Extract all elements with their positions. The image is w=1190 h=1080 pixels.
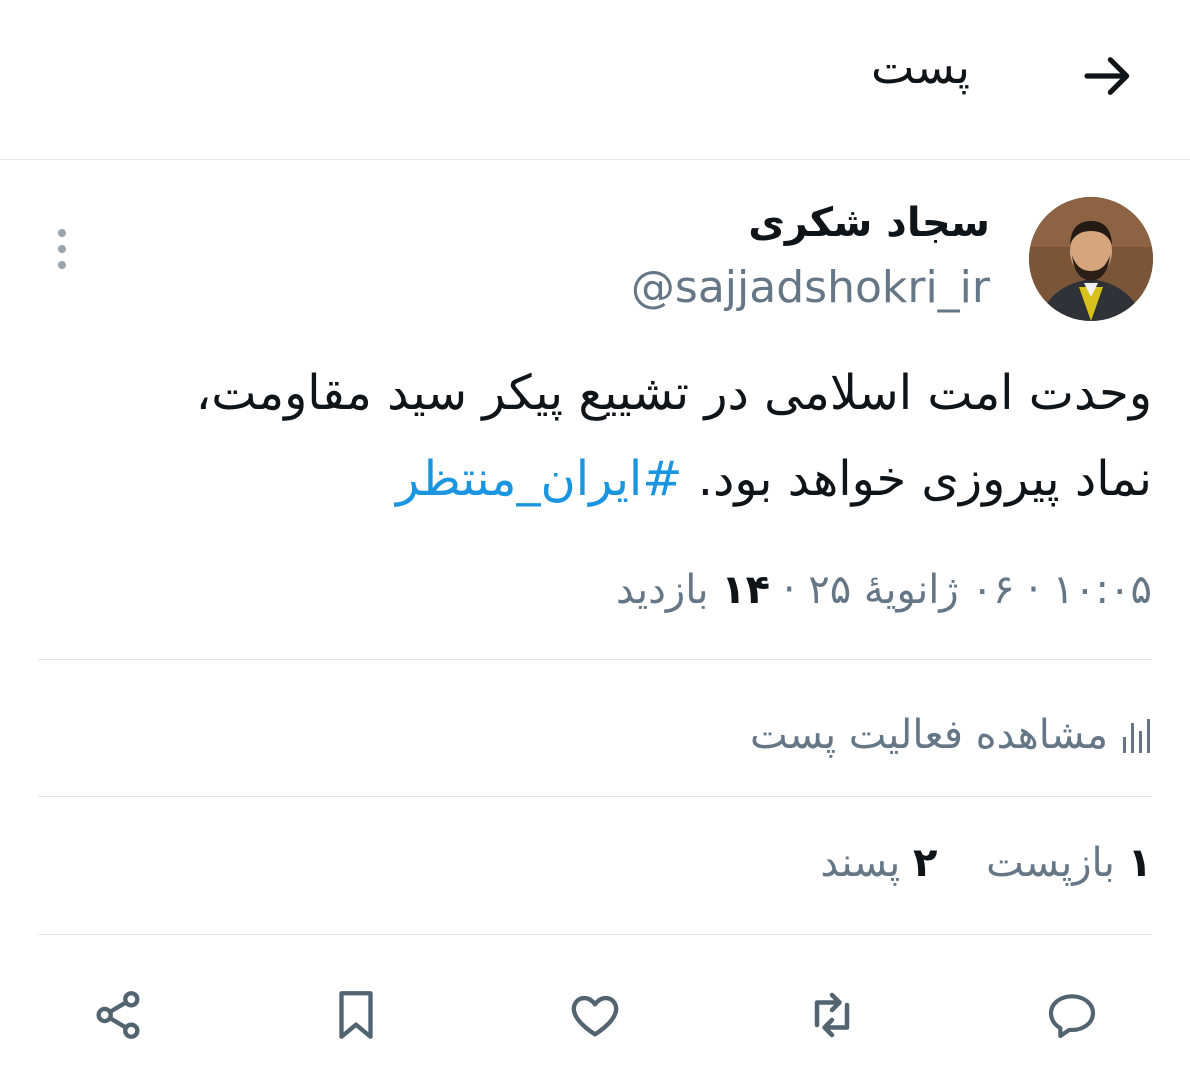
tweet-date: ۰۶ ژانویهٔ ۲۵ [808,567,1015,613]
author-handle[interactable]: @sajjadshokri_ir [631,262,990,313]
divider [38,934,1152,935]
divider [38,796,1152,797]
tweet-meta: ۱۰:۰۵ · ۰۶ ژانویهٔ ۲۵ · ۱۴ بازدید [616,567,1152,613]
avatar-image [1029,197,1153,321]
author-display-name[interactable]: سجاد شکری [748,200,990,246]
like-button[interactable] [563,983,627,1047]
reply-icon [1048,994,1096,1039]
tweet-time: ۱۰:۰۵ [1052,567,1152,613]
like-icon [571,995,619,1037]
meta-separator: · [782,567,796,613]
avatar[interactable] [1029,197,1153,321]
tweet-text-line-2-body: نماد پیروزی خواهد بود. [697,451,1152,507]
views-count: ۱۴ [721,567,771,613]
likes-count: ۲ [912,840,938,886]
arrow-right-icon [1084,57,1130,95]
views-label: بازدید [615,567,709,613]
reposts-count: ۱ [1127,840,1152,886]
divider [38,659,1152,660]
vertical-dots-icon [58,229,66,269]
back-button[interactable] [1076,44,1140,108]
hashtag-link[interactable]: #ایران_منتظر [396,451,683,507]
view-post-activity-link[interactable]: مشاهده فعالیت پست [750,705,1152,765]
reposts-label: بازپست [986,840,1115,886]
tweet-stats: ۱ بازپست ۲ پسند [784,840,1152,886]
likes-label: پسند [820,840,901,886]
header: پست [0,0,1190,160]
reposts-stat[interactable]: ۱ بازپست [986,840,1152,886]
repost-button[interactable] [800,983,864,1047]
bar-chart-icon [1123,719,1150,753]
likes-stat[interactable]: ۲ پسند [820,840,937,886]
more-options-button[interactable] [40,224,84,274]
share-button[interactable] [86,983,150,1047]
bookmark-button[interactable] [324,983,388,1047]
tweet-text: وحدت امت اسلامی در تشییع پیکر سید مقاومت… [42,350,1152,522]
reply-button[interactable] [1040,983,1104,1047]
repost-icon [814,992,850,1038]
tweet-text-line-2: نماد پیروزی خواهد بود. #ایران_منتظر [42,436,1152,522]
bookmark-icon [339,991,373,1039]
tweet-text-line-1: وحدت امت اسلامی در تشییع پیکر سید مقاومت… [195,365,1152,421]
view-post-activity-label: مشاهده فعالیت پست [749,712,1108,758]
share-icon [96,991,140,1039]
page-title: پست [870,40,970,94]
meta-separator: · [1027,567,1040,613]
